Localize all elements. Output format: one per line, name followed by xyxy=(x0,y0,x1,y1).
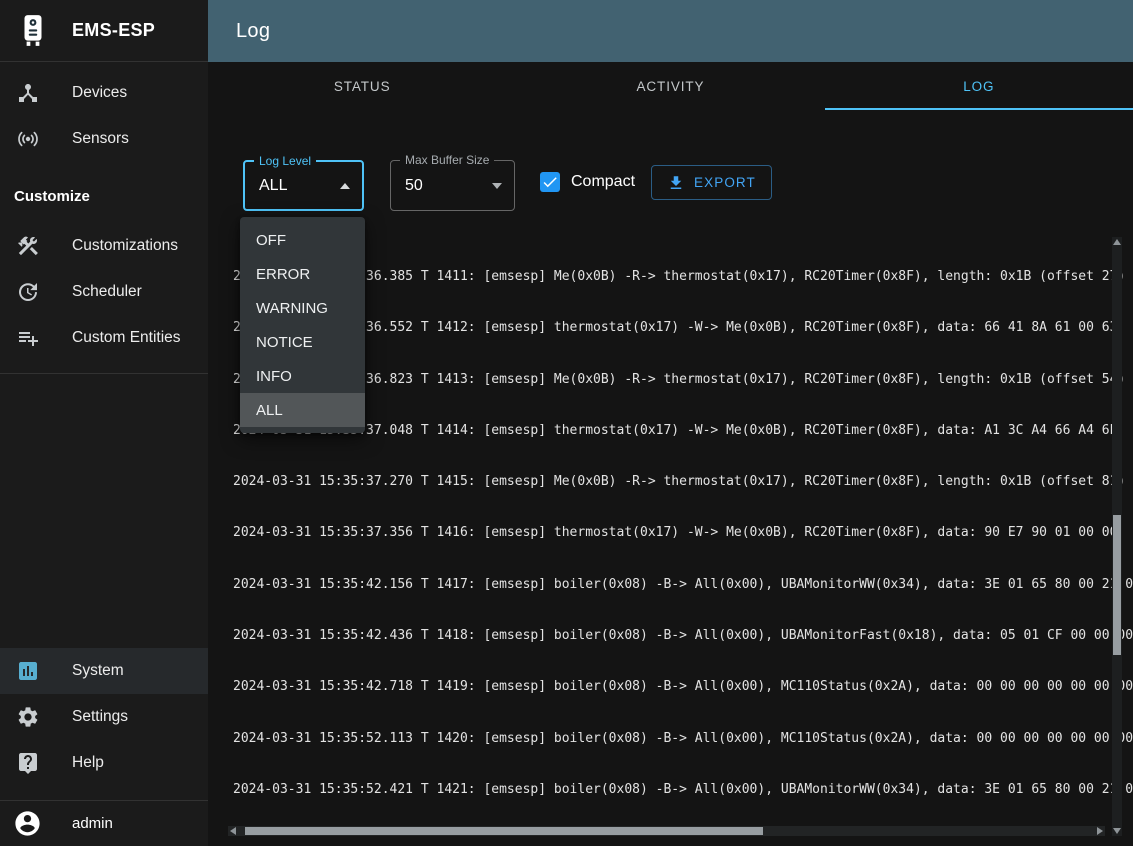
update-clock-icon xyxy=(16,280,40,304)
ems-esp-app: EMS-ESP Devices Se xyxy=(0,0,1133,846)
sidebar-header: EMS-ESP xyxy=(0,0,208,62)
max-buffer-size-value: 50 xyxy=(405,177,423,195)
menu-item-off[interactable]: OFF xyxy=(240,223,365,257)
assessment-chart-icon xyxy=(16,659,40,683)
user-account[interactable]: admin xyxy=(0,801,208,846)
sidebar-item-custom-entities[interactable]: Custom Entities xyxy=(0,315,208,361)
menu-item-error[interactable]: ERROR xyxy=(240,257,365,291)
app-title: EMS-ESP xyxy=(72,20,155,41)
sidebar-spacer xyxy=(0,374,208,648)
max-buffer-size-label: Max Buffer Size xyxy=(400,153,494,167)
export-button-label: EXPORT xyxy=(694,175,756,190)
sidebar-item-sensors[interactable]: Sensors xyxy=(0,116,208,162)
log-level-label: Log Level xyxy=(254,154,316,168)
sidebar-item-label: Settings xyxy=(72,708,128,726)
menu-item-all[interactable]: ALL xyxy=(240,393,365,427)
compact-toggle[interactable]: Compact xyxy=(540,160,635,203)
check-icon xyxy=(541,173,559,191)
log-line: 2024-03-31 15:35:37.356 T 1416: [emsesp]… xyxy=(233,522,1133,543)
menu-item-info[interactable]: INFO xyxy=(240,359,365,393)
device-hub-icon xyxy=(16,81,40,105)
tab-activity[interactable]: ACTIVITY xyxy=(516,62,824,110)
sidebar-customize-nav: Customizations Scheduler Custom Entities xyxy=(0,223,208,361)
sidebar-item-label: Devices xyxy=(72,84,127,102)
log-level-value: ALL xyxy=(259,177,287,195)
sidebar-item-label: Customizations xyxy=(72,237,178,255)
chevron-down-icon xyxy=(492,183,502,189)
log-line: 2024-03-31 15:35:37.048 T 1414: [emsesp]… xyxy=(233,420,1133,441)
main-area: Log STATUS ACTIVITY LOG Log Level ALL Ma… xyxy=(208,0,1133,846)
tab-status[interactable]: STATUS xyxy=(208,62,516,110)
sidebar-item-label: Custom Entities xyxy=(72,329,181,347)
help-bubble-icon xyxy=(16,751,40,775)
gear-icon xyxy=(16,705,40,729)
export-button[interactable]: EXPORT xyxy=(651,165,772,200)
chevron-up-icon xyxy=(340,183,350,189)
sidebar: EMS-ESP Devices Se xyxy=(0,0,208,846)
log-line: 2024-03-31 15:35:42.436 T 1418: [emsesp]… xyxy=(233,625,1133,646)
sidebar-main-nav: Devices Sensors xyxy=(0,62,208,162)
vertical-scroll-thumb[interactable] xyxy=(1113,515,1121,655)
log-level-menu: OFF ERROR WARNING NOTICE INFO ALL xyxy=(240,217,365,433)
sidebar-item-scheduler[interactable]: Scheduler xyxy=(0,269,208,315)
log-line: 2024-03-31 15:35:42.718 T 1419: [emsesp]… xyxy=(233,676,1133,697)
scroll-down-arrow-icon[interactable] xyxy=(1113,828,1121,834)
username: admin xyxy=(72,815,113,832)
menu-item-warning[interactable]: WARNING xyxy=(240,291,365,325)
tab-indicator xyxy=(825,108,1133,110)
log-line: 2024-03-31 15:35:52.113 T 1420: [emsesp]… xyxy=(233,728,1133,749)
sidebar-item-settings[interactable]: Settings xyxy=(0,694,208,740)
tab-bar: STATUS ACTIVITY LOG xyxy=(208,62,1133,110)
log-line: 2024-03-31 15:35:36.823 T 1413: [emsesp]… xyxy=(233,369,1133,390)
download-icon xyxy=(667,174,685,192)
sidebar-system-nav: System Settings Help xyxy=(0,648,208,786)
sidebar-item-label: Help xyxy=(72,754,104,772)
scroll-left-arrow-icon[interactable] xyxy=(230,827,236,835)
log-line: 2024-03-31 15:35:37.270 T 1415: [emsesp]… xyxy=(233,471,1133,492)
tab-log[interactable]: LOG xyxy=(825,62,1133,110)
log-level-select[interactable]: Log Level ALL xyxy=(243,160,364,211)
max-buffer-size-select[interactable]: Max Buffer Size 50 xyxy=(390,160,515,211)
account-circle-icon xyxy=(13,809,42,838)
compact-checkbox[interactable] xyxy=(540,172,560,192)
sidebar-item-label: Sensors xyxy=(72,130,129,148)
menu-item-notice[interactable]: NOTICE xyxy=(240,325,365,359)
scroll-right-arrow-icon[interactable] xyxy=(1097,827,1103,835)
ems-esp-logo-icon xyxy=(20,14,46,48)
horizontal-scroll-thumb[interactable] xyxy=(245,827,763,835)
customize-section-label: Customize xyxy=(14,188,208,205)
log-output[interactable]: 2024-03-31 15:35:36.385 T 1411: [emsesp]… xyxy=(233,236,1133,828)
playlist-add-icon xyxy=(16,326,40,350)
scroll-up-arrow-icon[interactable] xyxy=(1113,239,1121,245)
horizontal-scrollbar[interactable] xyxy=(228,826,1105,836)
sidebar-item-label: System xyxy=(72,662,124,680)
page-title: Log xyxy=(236,20,270,43)
log-line: 2024-03-31 15:35:42.156 T 1417: [emsesp]… xyxy=(233,574,1133,595)
log-line: 2024-03-31 15:35:36.552 T 1412: [emsesp]… xyxy=(233,317,1133,338)
vertical-scrollbar[interactable] xyxy=(1112,237,1122,836)
sidebar-item-label: Scheduler xyxy=(72,283,142,301)
sidebar-item-customizations[interactable]: Customizations xyxy=(0,223,208,269)
sidebar-item-help[interactable]: Help xyxy=(0,740,208,786)
compact-label: Compact xyxy=(571,173,635,191)
sidebar-item-system[interactable]: System xyxy=(0,648,208,694)
log-line: 2024-03-31 15:35:36.385 T 1411: [emsesp]… xyxy=(233,266,1133,287)
construction-tools-icon xyxy=(16,234,40,258)
sidebar-item-devices[interactable]: Devices xyxy=(0,70,208,116)
sensors-icon xyxy=(16,127,40,151)
app-bar: Log xyxy=(208,0,1133,62)
log-line: 2024-03-31 15:35:52.421 T 1421: [emsesp]… xyxy=(233,779,1133,800)
